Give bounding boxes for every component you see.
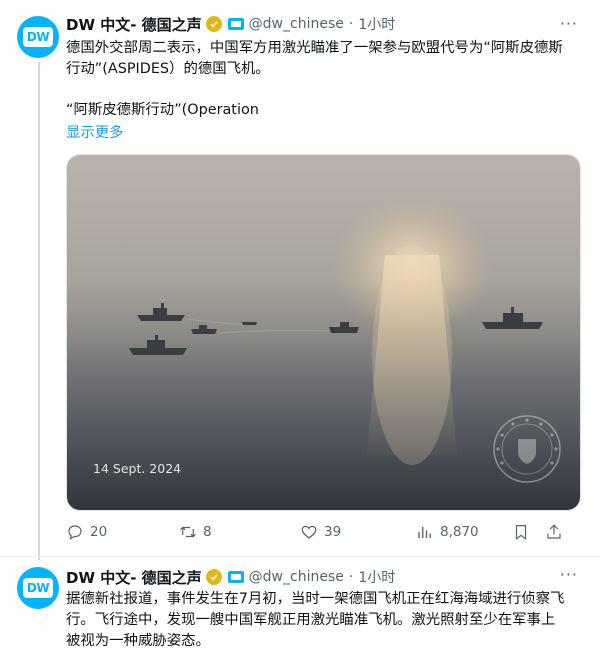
- more-icon[interactable]: ···: [560, 14, 578, 33]
- affiliate-badge-icon[interactable]: [227, 18, 244, 30]
- tweet-text: 德国外交部周二表示，中国军方用激光瞄准了一架参与欧盟代号为“阿斯皮德斯 行动”(…: [66, 38, 586, 80]
- reply-button[interactable]: 20: [66, 523, 107, 541]
- avatar[interactable]: DW: [17, 16, 59, 58]
- retweet-icon: [180, 526, 196, 538]
- author-name[interactable]: DW 中文- 德国之声: [66, 567, 202, 588]
- more-icon[interactable]: ···: [560, 565, 578, 584]
- like-icon: [301, 525, 317, 539]
- share-icon: [547, 524, 561, 539]
- tweet-header: DW 中文- 德国之声 @dw_chinese · 1小时: [66, 566, 395, 588]
- dw-logo: DW: [23, 578, 53, 598]
- tweet-2[interactable]: DW DW 中文- 德国之声 @dw_chinese · 1小时 ··· 据德新…: [0, 556, 600, 659]
- tweet-text-line: “阿斯皮德斯行动”(Operation: [66, 102, 259, 118]
- dw-logo: DW: [23, 27, 53, 47]
- author-handle[interactable]: @dw_chinese: [249, 16, 344, 32]
- tweet-text: 据德新社报道，事件发生在7月初，当时一架德国飞机正在红海海域进行侦察飞 行。飞行…: [66, 589, 586, 652]
- like-count: 39: [324, 524, 342, 540]
- tweet-text-line: 被视为一种威胁姿态。: [66, 633, 210, 649]
- timestamp[interactable]: 1小时: [358, 567, 395, 587]
- tweet-1[interactable]: DW DW 中文- 德国之声 @dw_chinese · 1小时 ··· 德国外…: [0, 0, 600, 556]
- tweet-image[interactable]: 14 Sept. 2024: [66, 154, 581, 511]
- tweet-text-line: 德国外交部周二表示，中国军方用激光瞄准了一架参与欧盟代号为“阿斯皮德斯: [66, 40, 563, 56]
- tweet-text-line: 据德新社报道，事件发生在7月初，当时一架德国飞机正在红海海域进行侦察飞: [66, 591, 565, 607]
- aspides-emblem: [490, 412, 564, 486]
- share-button[interactable]: [545, 523, 563, 541]
- tweet-actions: 20 8 39 8,870: [66, 523, 586, 545]
- retweet-count: 8: [203, 524, 212, 540]
- views-button[interactable]: 8,870: [416, 523, 479, 541]
- like-button[interactable]: 39: [300, 523, 341, 541]
- show-more-link[interactable]: 显示更多: [66, 121, 124, 142]
- bookmark-icon: [515, 525, 527, 540]
- tweet-text-line: 行。飞行途中，发现一艘中国军舰正用激光瞄准飞机。激光照射至少在军事上: [66, 612, 556, 628]
- author-handle[interactable]: @dw_chinese: [249, 569, 344, 585]
- reply-count: 20: [90, 524, 108, 540]
- separator-dot: ·: [348, 569, 354, 585]
- verified-badge-icon: [205, 16, 222, 32]
- timestamp[interactable]: 1小时: [358, 14, 395, 34]
- reply-icon: [68, 525, 82, 541]
- tweet-text-line: 行动”(ASPIDES）的德国飞机。: [66, 61, 270, 77]
- avatar[interactable]: DW: [17, 567, 59, 609]
- author-name[interactable]: DW 中文- 德国之声: [66, 14, 202, 35]
- tweet-header: DW 中文- 德国之声 @dw_chinese · 1小时: [66, 13, 395, 35]
- affiliate-badge-icon[interactable]: [227, 571, 244, 583]
- separator-dot: ·: [348, 16, 354, 32]
- views-icon: [418, 526, 431, 538]
- views-count: 8,870: [440, 524, 479, 540]
- image-date-overlay: 14 Sept. 2024: [93, 461, 182, 476]
- verified-badge-icon: [205, 569, 222, 585]
- retweet-button[interactable]: 8: [179, 523, 212, 541]
- bookmark-button[interactable]: [512, 523, 530, 541]
